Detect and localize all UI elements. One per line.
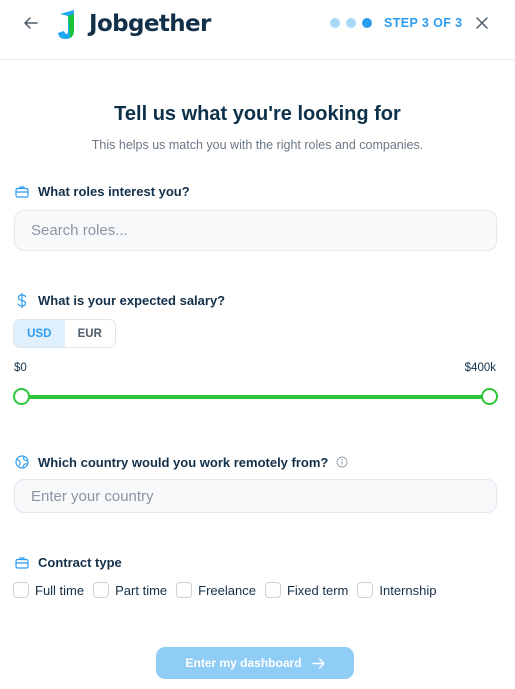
checkbox[interactable] — [176, 582, 193, 598]
step-dot-1 — [330, 18, 340, 28]
arrow-right-icon — [311, 657, 325, 669]
roles-label-text: What roles interest you? — [38, 183, 190, 199]
briefcase-icon — [14, 554, 30, 570]
info-icon[interactable] — [336, 456, 348, 468]
option-label: Full time — [35, 582, 85, 598]
salary-range-track[interactable] — [21, 395, 489, 399]
brand-name: Jobgether — [89, 11, 211, 37]
top-bar: Jobgether STEP 3 OF 3 — [0, 0, 515, 60]
country-label-text: Which country would you work remotely fr… — [38, 454, 329, 470]
checkbox[interactable] — [357, 582, 374, 598]
close-button[interactable] — [472, 13, 492, 33]
enter-dashboard-label: Enter my dashboard — [185, 656, 302, 670]
contract-options: Full time Part time Freelance Fixed term… — [13, 582, 445, 598]
briefcase-icon — [14, 183, 30, 199]
back-button[interactable] — [20, 12, 42, 34]
contract-option-part-time[interactable]: Part time — [93, 582, 167, 598]
contract-label: Contract type — [14, 554, 122, 570]
contract-option-full-time[interactable]: Full time — [13, 582, 84, 598]
enter-dashboard-button[interactable]: Enter my dashboard — [156, 647, 354, 679]
contract-option-fixed-term[interactable]: Fixed term — [264, 582, 349, 598]
option-label: Freelance — [198, 582, 256, 598]
option-label: Internship — [379, 582, 437, 598]
checkbox[interactable] — [264, 582, 281, 598]
roles-label: What roles interest you? — [14, 183, 190, 199]
step-progress — [330, 18, 372, 28]
salary-label: What is your expected salary? — [14, 292, 225, 308]
checkbox[interactable] — [13, 582, 29, 598]
salary-label-text: What is your expected salary? — [38, 292, 226, 308]
page-title: Tell us what you're looking for — [114, 103, 401, 125]
option-label: Fixed term — [286, 582, 349, 598]
currency-eur-button[interactable]: EUR — [65, 320, 116, 347]
salary-max-handle[interactable] — [480, 388, 498, 405]
globe-icon — [14, 454, 30, 470]
currency-usd-button[interactable]: USD — [14, 320, 65, 347]
step-dot-2 — [346, 18, 356, 28]
logo-icon — [58, 10, 74, 39]
arrow-left-icon — [24, 17, 38, 29]
checkbox[interactable] — [93, 582, 110, 598]
currency-toggle: USD EUR — [13, 319, 116, 348]
dollar-icon — [14, 292, 30, 308]
brand-logo[interactable]: Jobgether — [56, 7, 211, 41]
contract-label-text: Contract type — [38, 554, 122, 570]
contract-option-internship[interactable]: Internship — [357, 582, 436, 598]
option-label: Part time — [115, 582, 168, 598]
salary-max-label: $400k — [464, 362, 496, 374]
page-subtitle: This helps us match you with the right r… — [91, 138, 424, 152]
country-input[interactable] — [14, 479, 497, 513]
roles-search-input[interactable] — [14, 210, 497, 251]
salary-min-label: $0 — [14, 362, 27, 374]
contract-option-freelance[interactable]: Freelance — [176, 582, 256, 598]
step-indicator: STEP 3 OF 3 — [384, 16, 463, 30]
step-dot-3 — [362, 18, 372, 28]
close-icon — [476, 17, 488, 29]
country-label: Which country would you work remotely fr… — [14, 454, 348, 470]
salary-min-handle[interactable] — [12, 388, 30, 405]
